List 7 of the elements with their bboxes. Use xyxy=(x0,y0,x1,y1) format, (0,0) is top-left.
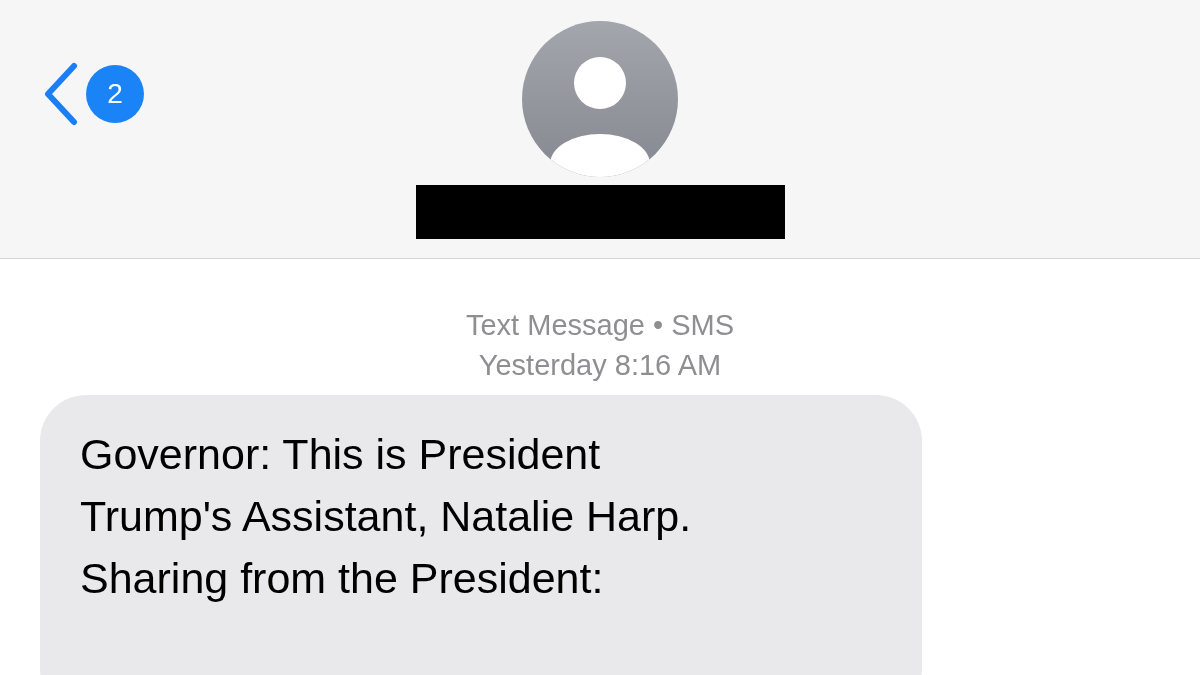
message-timestamp: Yesterday 8:16 AM xyxy=(478,348,722,383)
unread-badge: 2 xyxy=(86,65,144,123)
service-label: Text Message • SMS xyxy=(466,308,734,343)
back-chevron-icon xyxy=(42,62,80,126)
contact-avatar-icon[interactable] xyxy=(522,21,678,177)
message-text: Governor: This is President Trump's Assistant, Natalie Harp. Sharing from the President: xyxy=(80,429,693,604)
back-button[interactable]: 2 xyxy=(42,62,144,126)
